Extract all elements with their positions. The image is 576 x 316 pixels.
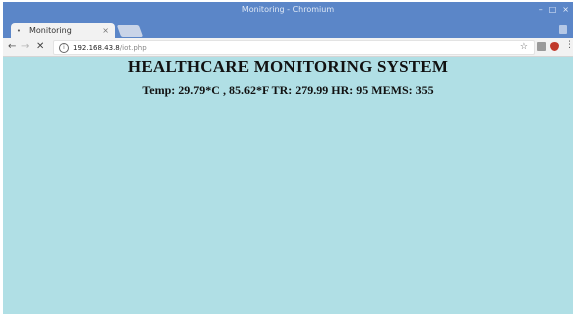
kebab-menu-icon[interactable]: ⋮ — [565, 40, 573, 50]
extension-icon[interactable] — [537, 42, 546, 51]
tab-title: Monitoring — [29, 26, 72, 35]
sensor-readings: Temp: 29.79*C , 85.62*F TR: 279.99 HR: 9… — [142, 83, 434, 97]
page-title: HEALTHCARE MONITORING SYSTEM — [127, 57, 449, 76]
window-controls: – □ × — [539, 4, 569, 14]
url-path: /iot.php — [119, 43, 147, 52]
shield-extension-icon[interactable] — [550, 42, 559, 51]
stop-icon[interactable]: ✕ — [36, 41, 44, 53]
address-bar[interactable]: i 192.168.43.8/iot.php ☆ — [53, 40, 535, 55]
forward-arrow-icon[interactable]: → — [21, 41, 29, 53]
maximize-icon[interactable]: □ — [549, 5, 557, 14]
profile-icon[interactable] — [559, 25, 567, 34]
tab-monitoring[interactable]: • Monitoring × — [11, 23, 115, 38]
title-bar: Monitoring - Chromium – □ × — [3, 2, 573, 22]
url-text[interactable]: 192.168.43.8/iot.php — [73, 44, 147, 52]
browser-toolbar: ← → ✕ i 192.168.43.8/iot.php ☆ ⋮ — [3, 38, 573, 57]
tab-strip: • Monitoring × — [3, 22, 573, 38]
new-tab-button[interactable] — [116, 25, 144, 37]
back-arrow-icon[interactable]: ← — [8, 41, 16, 53]
close-window-icon[interactable]: × — [562, 5, 569, 14]
tab-close-icon[interactable]: × — [102, 26, 109, 35]
minimize-icon[interactable]: – — [539, 5, 543, 14]
loading-icon: • — [16, 26, 22, 35]
browser-window: Monitoring - Chromium – □ × • Monitoring… — [3, 2, 573, 314]
bookmark-star-icon[interactable]: ☆ — [520, 42, 528, 52]
page-content: HEALTHCARE MONITORING SYSTEM Temp: 29.79… — [3, 57, 573, 314]
url-host: 192.168.43.8 — [73, 43, 120, 52]
window-title: Monitoring - Chromium — [241, 5, 335, 14]
info-icon[interactable]: i — [59, 42, 69, 53]
